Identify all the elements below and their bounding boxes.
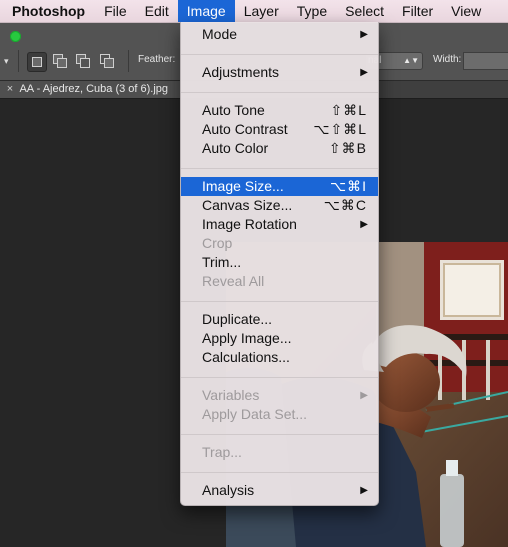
menu-item-shortcut: ⇧⌘B [328, 140, 367, 156]
menu-item-auto-contrast[interactable]: Auto Contrast ⌥⇧⌘L [181, 120, 378, 139]
width-label: Width: [433, 54, 462, 65]
submenu-arrow-icon: ▶ [360, 390, 368, 401]
menu-separator [181, 168, 378, 169]
menu-item-apply-data-set: Apply Data Set... [181, 405, 378, 424]
menu-item-shortcut: ⇧⌘L [330, 102, 367, 118]
menu-item-label: Duplicate... [202, 311, 273, 327]
window-zoom-button[interactable] [10, 31, 21, 42]
new-selection-icon [32, 57, 42, 67]
menu-item-shortcut: ⌥⌘C [323, 197, 367, 213]
menu-item-auto-tone[interactable]: Auto Tone ⇧⌘L [181, 101, 378, 120]
tool-preset-dropdown-icon[interactable]: ▾ [4, 52, 9, 70]
submenu-arrow-icon: ▶ [360, 485, 368, 496]
options-divider [18, 50, 19, 72]
width-input[interactable] [463, 52, 508, 70]
menu-separator [181, 92, 378, 93]
menubar-file[interactable]: File [95, 0, 136, 22]
menubar-filter[interactable]: Filter [393, 0, 442, 22]
menu-item-label: Apply Data Set... [202, 406, 308, 422]
subtract-from-selection-button[interactable] [74, 52, 92, 70]
menu-item-label: Auto Color [202, 140, 269, 156]
menubar-app-name[interactable]: Photoshop [0, 0, 95, 22]
menu-item-trap: Trap... [181, 443, 378, 462]
intersect-selection-icon-2 [104, 58, 114, 68]
add-to-selection-button[interactable] [51, 52, 69, 70]
subtract-selection-icon-2 [80, 58, 90, 68]
menu-item-trim[interactable]: Trim... [181, 253, 378, 272]
menu-item-label: Reveal All [202, 273, 265, 289]
menu-item-shortcut: ⌥⌘I [329, 178, 367, 194]
menu-item-label: Adjustments [202, 64, 280, 80]
menu-item-label: Trim... [202, 254, 242, 270]
menu-separator [181, 472, 378, 473]
macos-menubar: Photoshop File Edit Image Layer Type Sel… [0, 0, 508, 23]
intersect-selection-button[interactable] [98, 52, 116, 70]
menu-item-image-rotation[interactable]: Image Rotation ▶ [181, 215, 378, 234]
menu-item-label: Mode [202, 26, 238, 42]
menu-separator [181, 434, 378, 435]
document-tab[interactable]: × AA - Ajedrez, Cuba (3 of 6).jpg [0, 81, 182, 98]
menu-separator [181, 301, 378, 302]
updown-chevron-icon: ▲▼ [403, 56, 419, 65]
submenu-arrow-icon: ▶ [360, 67, 368, 78]
submenu-arrow-icon: ▶ [360, 219, 368, 230]
menu-item-label: Analysis [202, 482, 255, 498]
menubar-edit[interactable]: Edit [136, 0, 178, 22]
menubar-select[interactable]: Select [336, 0, 393, 22]
menubar-view[interactable]: View [442, 0, 490, 22]
new-selection-button[interactable] [27, 52, 47, 72]
menu-separator [181, 54, 378, 55]
feather-label: Feather: [138, 54, 176, 65]
menu-item-label: Calculations... [202, 349, 290, 365]
menu-item-reveal-all: Reveal All [181, 272, 378, 291]
menu-item-apply-image[interactable]: Apply Image... [181, 329, 378, 348]
menubar-image[interactable]: Image [177, 0, 235, 22]
menu-item-image-size[interactable]: Image Size... ⌥⌘I [181, 177, 378, 196]
menu-item-label: Auto Tone [202, 102, 265, 118]
menubar-type[interactable]: Type [288, 0, 336, 22]
menu-item-canvas-size[interactable]: Canvas Size... ⌥⌘C [181, 196, 378, 215]
menu-item-label: Trap... [202, 444, 242, 460]
options-divider [128, 50, 129, 72]
menu-item-duplicate[interactable]: Duplicate... [181, 310, 378, 329]
menu-item-label: Variables [202, 387, 260, 403]
menu-item-label: Image Rotation [202, 216, 297, 232]
menu-item-label: Crop [202, 235, 233, 251]
menu-item-analysis[interactable]: Analysis ▶ [181, 481, 378, 500]
menu-item-shortcut: ⌥⇧⌘L [313, 121, 367, 137]
menu-item-calculations[interactable]: Calculations... [181, 348, 378, 367]
menu-item-label: Auto Contrast [202, 121, 288, 137]
document-tab-title: AA - Ajedrez, Cuba (3 of 6).jpg [19, 83, 169, 95]
menu-item-mode[interactable]: Mode ▶ [181, 25, 378, 44]
close-tab-icon[interactable]: × [3, 81, 17, 98]
menu-item-crop: Crop [181, 234, 378, 253]
menu-item-label: Image Size... [202, 178, 284, 194]
menu-item-auto-color[interactable]: Auto Color ⇧⌘B [181, 139, 378, 158]
menu-separator [181, 377, 378, 378]
add-selection-icon-2 [57, 58, 67, 68]
menu-item-variables: Variables ▶ [181, 386, 378, 405]
menu-item-adjustments[interactable]: Adjustments ▶ [181, 63, 378, 82]
menu-item-label: Apply Image... [202, 330, 292, 346]
submenu-arrow-icon: ▶ [360, 29, 368, 40]
image-menu-dropdown: Mode ▶ Adjustments ▶ Auto Tone ⇧⌘L Auto … [180, 22, 379, 506]
menubar-layer[interactable]: Layer [235, 0, 288, 22]
menu-item-label: Canvas Size... [202, 197, 293, 213]
